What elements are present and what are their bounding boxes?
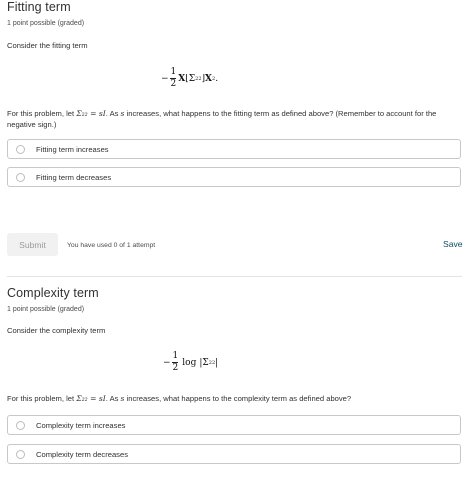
- option-complexity-increases[interactable]: Complexity term increases: [7, 415, 461, 435]
- formula-x: X: [178, 73, 186, 84]
- question-mid: . As: [105, 109, 121, 118]
- save-button[interactable]: Save: [443, 239, 463, 249]
- radio-button[interactable]: [16, 144, 25, 154]
- option-label: Fitting term decreases: [36, 172, 112, 182]
- question-math: Σ₂₂ = sI: [76, 394, 106, 403]
- submit-button[interactable]: Submit: [7, 233, 58, 256]
- option-label: Complexity term decreases: [36, 449, 129, 459]
- complexity-term-formula: − 1 2 log | Σ 22 |: [163, 352, 218, 373]
- question-math: Σ₂₂ = sI: [76, 109, 106, 118]
- problem2-title: Complexity term: [7, 286, 99, 300]
- fraction-numerator: 1: [170, 67, 177, 77]
- formula-fraction: 1 2: [170, 68, 178, 89]
- radio-button[interactable]: [16, 449, 25, 459]
- formula-abs-close: |: [215, 357, 219, 368]
- formula-sign: −: [163, 357, 171, 368]
- problem1-points: 1 point possible (graded): [7, 20, 85, 27]
- problem1-intro: Consider the fitting term: [7, 41, 88, 50]
- option-label: Complexity term increases: [36, 420, 126, 430]
- option-label: Fitting term increases: [36, 144, 109, 154]
- problem2-intro: Consider the complexity term: [7, 326, 106, 335]
- option-complexity-decreases[interactable]: Complexity term decreases: [7, 444, 461, 464]
- option-fitting-increases[interactable]: Fitting term increases: [7, 139, 461, 159]
- attempts-text: You have used 0 of 1 attempt: [67, 242, 156, 249]
- problem2-points: 1 point possible (graded): [7, 306, 85, 313]
- formula-x2: X: [205, 73, 213, 84]
- fraction-numerator: 1: [172, 351, 179, 361]
- fraction-denominator: 2: [172, 363, 179, 373]
- problem1-title: Fitting term: [7, 0, 71, 14]
- formula-log: log: [182, 357, 197, 368]
- question-mid: . As: [105, 394, 121, 403]
- fitting-term-formula: − 1 2 X ⌊ Σ 22 ⌋ X 2 .: [161, 68, 218, 89]
- question-suffix: increases, what happens to the complexit…: [124, 394, 352, 403]
- radio-button[interactable]: [16, 172, 25, 182]
- fraction-denominator: 2: [170, 79, 177, 89]
- section-divider: [7, 276, 462, 277]
- formula-sign: −: [161, 73, 169, 84]
- formula-fraction: 1 2: [172, 352, 180, 373]
- question-prefix: For this problem, let: [7, 394, 77, 403]
- problem1-question: For this problem, let Σ₂₂ = sI. As s inc…: [7, 108, 463, 130]
- question-prefix: For this problem, let: [7, 109, 77, 118]
- radio-button[interactable]: [16, 420, 25, 430]
- option-fitting-decreases[interactable]: Fitting term decreases: [7, 167, 461, 187]
- formula-period: .: [215, 73, 219, 84]
- problem2-question: For this problem, let Σ₂₂ = sI. As s inc…: [7, 393, 463, 404]
